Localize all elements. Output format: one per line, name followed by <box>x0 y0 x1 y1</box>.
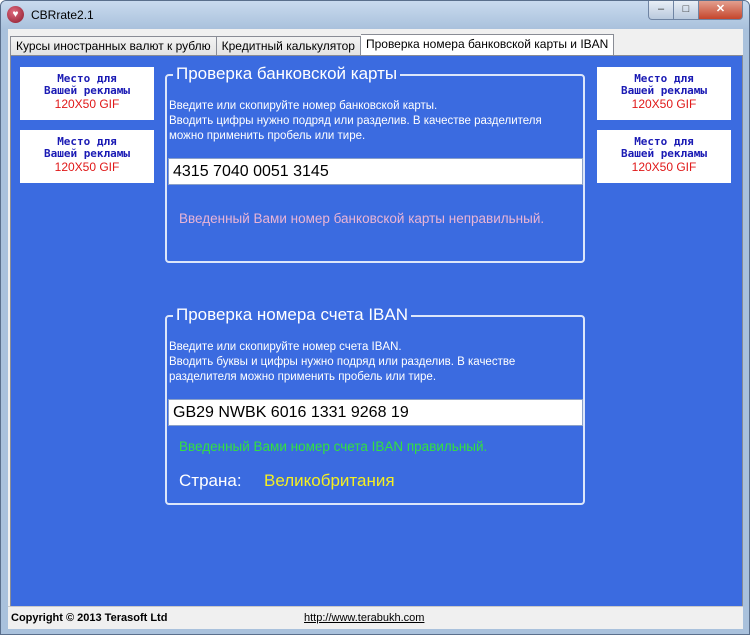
app-window: ♥ CBRrate2.1 – □ ✕ Курсы иностранных вал… <box>0 0 750 635</box>
card-number-input[interactable]: 4315 7040 0051 3145 <box>168 158 583 185</box>
ad-line-3: 120X50 GIF <box>631 160 697 174</box>
tab-panel: Место для Вашей рекламы 120X50 GIF Место… <box>10 55 743 629</box>
copyright-text: Copyright © 2013 Terasoft Ltd <box>11 612 168 624</box>
ad-banner-right-bottom[interactable]: Место для Вашей рекламы 120X50 GIF <box>597 130 731 183</box>
ad-line-2: Вашей рекламы <box>43 147 131 160</box>
ad-line-2: Вашей рекламы <box>620 84 708 97</box>
minimize-button[interactable]: – <box>648 1 674 20</box>
instruction-line: можно применить пробель или тире. <box>169 130 366 142</box>
title-bar[interactable]: ♥ CBRrate2.1 – □ ✕ <box>1 1 749 29</box>
instruction-line: Вводить буквы и цифры нужно подряд или р… <box>169 356 516 368</box>
iban-check-instructions: Введите или скопируйте номер счета IBAN.… <box>169 340 515 385</box>
ad-line-3: 120X50 GIF <box>54 97 120 111</box>
card-check-instructions: Введите или скопируйте номер банковской … <box>169 99 542 144</box>
client-area: Курсы иностранных валют к рублю Кредитны… <box>8 29 743 629</box>
status-bar: Copyright © 2013 Terasoft Ltd http://www… <box>8 606 743 629</box>
iban-input[interactable]: GB29 NWBK 6016 1331 9268 19 <box>168 399 583 426</box>
close-button[interactable]: ✕ <box>699 1 743 20</box>
instruction-line: Вводить цифры нужно подряд или разделив.… <box>169 115 542 127</box>
ad-line-3: 120X50 GIF <box>631 97 697 111</box>
ad-banner-left-top[interactable]: Место для Вашей рекламы 120X50 GIF <box>20 67 154 120</box>
tab-credit-calculator[interactable]: Кредитный калькулятор <box>215 36 361 55</box>
iban-check-result: Введенный Вами номер счета IBAN правильн… <box>179 439 488 454</box>
country-label: Страна: <box>179 471 242 490</box>
ad-banner-right-top[interactable]: Место для Вашей рекламы 120X50 GIF <box>597 67 731 120</box>
card-check-group: Проверка банковской карты Введите или ск… <box>165 64 585 263</box>
maximize-button[interactable]: □ <box>674 1 699 20</box>
iban-check-group: Проверка номера счета IBAN Введите или с… <box>165 305 585 505</box>
card-check-title: Проверка банковской карты <box>173 64 401 84</box>
instruction-line: Введите или скопируйте номер банковской … <box>169 100 438 112</box>
card-check-result: Введенный Вами номер банковской карты не… <box>179 211 545 226</box>
tab-strip: Курсы иностранных валют к рублю Кредитны… <box>10 34 615 55</box>
country-value: Великобритания <box>264 471 395 490</box>
ad-line-2: Вашей рекламы <box>43 84 131 97</box>
iban-check-title: Проверка номера счета IBAN <box>173 305 411 325</box>
app-logo-icon[interactable]: ♥ <box>7 6 24 23</box>
window-title: CBRrate2.1 <box>31 8 94 22</box>
instruction-line: Введите или скопируйте номер счета IBAN. <box>169 341 402 353</box>
ad-line-3: 120X50 GIF <box>54 160 120 174</box>
website-link[interactable]: http://www.terabukh.com <box>304 612 424 624</box>
tab-card-iban-check[interactable]: Проверка номера банковской карты и IBAN <box>360 34 615 55</box>
tab-currency-rates[interactable]: Курсы иностранных валют к рублю <box>10 36 216 55</box>
ad-line-2: Вашей рекламы <box>620 147 708 160</box>
window-controls: – □ ✕ <box>648 1 743 20</box>
instruction-line: разделителя можно применить пробель или … <box>169 371 437 383</box>
ad-banner-left-bottom[interactable]: Место для Вашей рекламы 120X50 GIF <box>20 130 154 183</box>
